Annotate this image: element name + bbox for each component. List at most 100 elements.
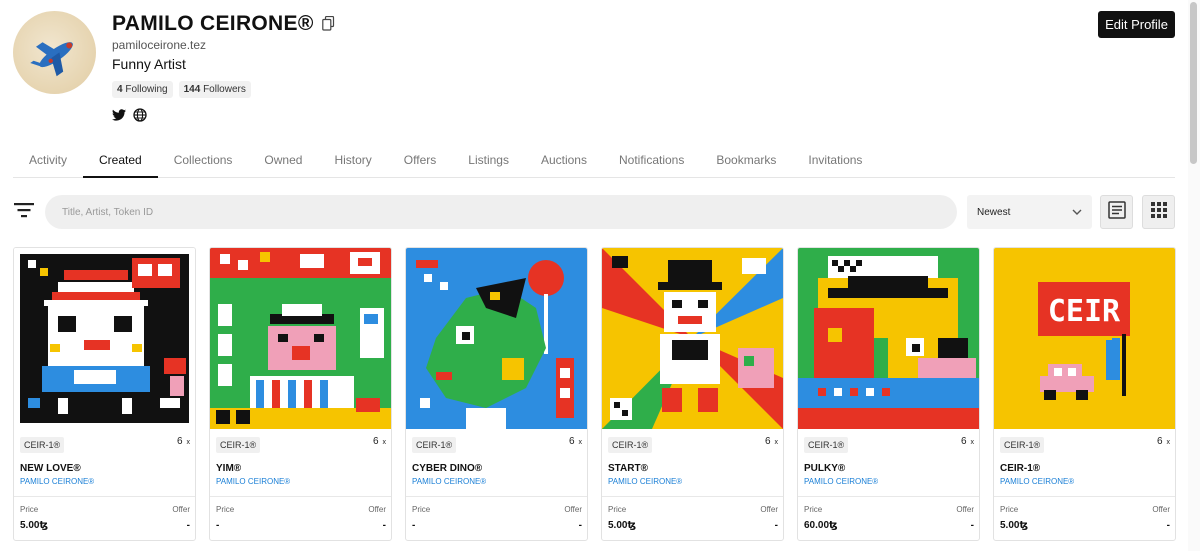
price-label: Price [20, 505, 39, 514]
list-view-icon [1107, 200, 1126, 224]
search-input[interactable] [45, 195, 957, 229]
edition-number: 6 [568, 436, 575, 447]
card-title[interactable]: PULKY® [804, 463, 845, 474]
card-artist-link[interactable]: PAMILO CEIRONE® [216, 477, 290, 486]
grid-view-button[interactable] [1142, 195, 1175, 229]
card-artist-link[interactable]: PAMILO CEIRONE® [608, 477, 682, 486]
card-divider [602, 496, 783, 497]
artwork-image[interactable] [406, 248, 587, 429]
edition-multiplier: x [578, 439, 583, 446]
price-value: 5.00ꜩ [20, 520, 49, 531]
offer-value: - [970, 520, 974, 531]
artwork-image[interactable] [798, 248, 979, 429]
collection-badge[interactable]: CEIR-1® [608, 437, 653, 453]
tab-invitations[interactable]: Invitations [792, 142, 878, 178]
collection-badge[interactable]: CEIR-1® [216, 437, 261, 453]
offer-value: - [774, 520, 778, 531]
edition-count: 6x [1157, 436, 1170, 447]
card-artist-link[interactable]: PAMILO CEIRONE® [20, 477, 94, 486]
tab-offers[interactable]: Offers [388, 142, 452, 178]
edition-count: 6x [961, 436, 974, 447]
nft-card[interactable]: CEIR-1® 6x PULKY® PAMILO CEIRONE® Price … [797, 247, 980, 541]
sort-selected-value: Newest [977, 206, 1011, 218]
card-artist-link[interactable]: PAMILO CEIRONE® [412, 477, 486, 486]
following-label: Following [125, 84, 168, 95]
avatar[interactable] [13, 11, 96, 94]
tab-collections[interactable]: Collections [158, 142, 249, 178]
scrollbar-thumb[interactable] [1190, 2, 1197, 164]
offer-label: Offer [956, 505, 974, 514]
nft-card[interactable]: CEIR-1® 6x YIM® PAMILO CEIRONE® Price Of… [209, 247, 392, 541]
card-divider [994, 496, 1175, 497]
price-label: Price [412, 505, 431, 514]
offer-label: Offer [172, 505, 190, 514]
offer-label: Offer [760, 505, 778, 514]
nft-card[interactable]: CEIR-1® 6x START® PAMILO CEIRONE® Price … [601, 247, 784, 541]
edit-profile-button[interactable]: Edit Profile [1098, 11, 1175, 38]
copy-icon[interactable] [321, 15, 336, 32]
edition-number: 6 [176, 436, 183, 447]
nft-card[interactable]: CEIR-1® 6x NEW LOVE® PAMILO CEIRONE® Pri… [13, 247, 196, 541]
collection-badge[interactable]: CEIR-1® [1000, 437, 1045, 453]
twitter-icon[interactable] [112, 109, 126, 121]
sort-select[interactable]: Newest [967, 195, 1092, 229]
edition-multiplier: x [970, 439, 975, 446]
edition-number: 6 [960, 436, 967, 447]
nft-card[interactable]: CEIR CEIR-1® 6x CEIR-1® PAMILO CEIRONE® … [993, 247, 1176, 541]
edition-multiplier: x [774, 439, 779, 446]
price-value: 5.00ꜩ [608, 520, 637, 531]
collection-badge[interactable]: CEIR-1® [20, 437, 65, 453]
artwork-sign-text: CEIR [1048, 294, 1121, 329]
offer-label: Offer [368, 505, 386, 514]
card-title[interactable]: NEW LOVE® [20, 463, 81, 474]
followers-label: Followers [203, 84, 246, 95]
tab-activity[interactable]: Activity [13, 142, 83, 178]
artwork-image[interactable] [14, 248, 195, 429]
filter-icon[interactable] [14, 202, 34, 218]
tab-bookmarks[interactable]: Bookmarks [700, 142, 792, 178]
price-label: Price [1000, 505, 1019, 514]
edition-number: 6 [764, 436, 771, 447]
price-value: 60.00ꜩ [804, 520, 838, 531]
edition-multiplier: x [186, 439, 191, 446]
card-divider [406, 496, 587, 497]
offer-value: - [186, 520, 190, 531]
card-divider [14, 496, 195, 497]
globe-icon[interactable] [133, 108, 147, 122]
offer-label: Offer [564, 505, 582, 514]
card-divider [798, 496, 979, 497]
tab-owned[interactable]: Owned [248, 142, 318, 178]
card-artist-link[interactable]: PAMILO CEIRONE® [1000, 477, 1074, 486]
price-value: - [412, 520, 416, 531]
tab-created[interactable]: Created [83, 142, 158, 178]
tab-auctions[interactable]: Auctions [525, 142, 603, 178]
tab-notifications[interactable]: Notifications [603, 142, 700, 178]
card-title[interactable]: CYBER DINO® [412, 463, 482, 474]
followers-pill[interactable]: 144 Followers [178, 81, 251, 98]
artwork-image[interactable] [210, 248, 391, 429]
list-view-button[interactable] [1100, 195, 1133, 229]
edition-number: 6 [1156, 436, 1163, 447]
edition-multiplier: x [382, 439, 387, 446]
tab-listings[interactable]: Listings [452, 142, 525, 178]
card-title[interactable]: YIM® [216, 463, 241, 474]
price-value: - [216, 520, 220, 531]
profile-tabs: Activity Created Collections Owned Histo… [13, 142, 1175, 178]
following-pill[interactable]: 4 Following [112, 81, 173, 98]
edition-multiplier: x [1166, 439, 1171, 446]
grid-view-icon [1150, 201, 1167, 223]
edition-count: 6x [373, 436, 386, 447]
offer-label: Offer [1152, 505, 1170, 514]
card-artist-link[interactable]: PAMILO CEIRONE® [804, 477, 878, 486]
following-count: 4 [117, 84, 123, 95]
collection-badge[interactable]: CEIR-1® [804, 437, 849, 453]
card-title[interactable]: CEIR-1® [1000, 463, 1040, 474]
followers-count: 144 [183, 84, 201, 95]
nft-card[interactable]: CEIR-1® 6x CYBER DINO® PAMILO CEIRONE® P… [405, 247, 588, 541]
collection-badge[interactable]: CEIR-1® [412, 437, 457, 453]
card-divider [210, 496, 391, 497]
tab-history[interactable]: History [318, 142, 387, 178]
artwork-image[interactable] [602, 248, 783, 429]
card-title[interactable]: START® [608, 463, 648, 474]
artwork-image[interactable]: CEIR [994, 248, 1175, 429]
